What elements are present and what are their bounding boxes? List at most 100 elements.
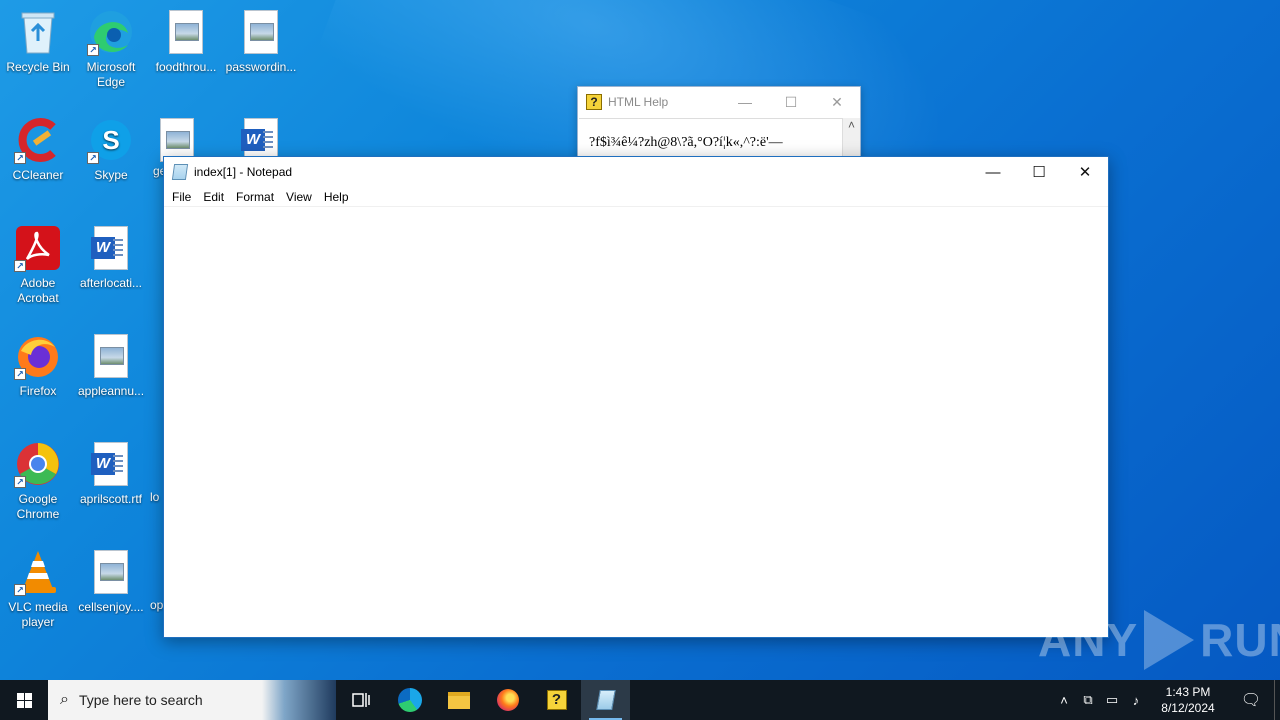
help-question-icon: ? [546,690,567,710]
desktop-icon-label: Microsoft Edge [86,60,136,89]
clock-time: 1:43 PM [1165,685,1211,699]
desktop-icon-passwordin[interactable]: passwordin... [223,8,299,75]
desktop-icon-adobe-acrobat[interactable]: ↗ Adobe Acrobat [0,224,76,306]
search-placeholder: Type here to search [78,692,203,708]
desktop-icon-vlc[interactable]: ↗ VLC media player [0,548,76,630]
taskbar-file-explorer-button[interactable] [434,680,483,720]
watermark-left: ANY [1038,614,1139,666]
recycle-bin-icon [14,8,62,56]
network-icon[interactable]: ▭ [1100,692,1124,708]
desktop-icon-label: afterlocati... [79,276,143,290]
notepad-titlebar[interactable]: index[1] - Notepad — ☐ ✕ [164,157,1108,187]
menu-help[interactable]: Help [318,190,355,204]
desktop-icon-label: passwordin... [225,60,297,74]
notepad-icon [595,690,616,710]
system-tray: ˄ ⧉ ▭ ♪ 1:43 PM 8/12/2024 🗨 [1052,680,1280,720]
shortcut-arrow-icon: ↗ [87,44,99,56]
watermark-right: RUN [1200,614,1280,666]
desktop-icon-label: appleannu... [77,384,145,398]
shortcut-arrow-icon: ↗ [14,152,26,164]
menu-file[interactable]: File [166,190,197,204]
help-maximize-button[interactable]: ☐ [768,94,814,111]
notepad-window[interactable]: index[1] - Notepad — ☐ ✕ File Edit Forma… [163,156,1109,638]
search-icon: ⌕ [60,691,69,708]
menu-view[interactable]: View [280,190,318,204]
image-file-icon [87,332,135,380]
desktop-icon-afterlocati[interactable]: W afterlocati... [73,224,149,291]
folder-icon [447,691,470,709]
desktop-icon-label: op [150,598,164,612]
anyrun-watermark: ANY RUN [1038,608,1280,672]
image-file-icon [87,548,135,596]
desktop-icon-label: Google Chrome [16,492,60,521]
desktop-icon-ccleaner[interactable]: ↗ CCleaner [0,116,76,183]
notepad-title: index[1] - Notepad [194,165,293,179]
desktop-icon-recycle-bin[interactable]: Recycle Bin [0,8,76,75]
notepad-menubar: File Edit Format View Help [164,187,1108,207]
edge-icon: ↗ [87,8,135,56]
windows-logo-icon [16,692,32,708]
scroll-up-icon[interactable]: ˄ [848,118,855,132]
taskbar-html-help-button[interactable]: ? [532,680,581,720]
desktop-icon-google-chrome[interactable]: ↗ Google Chrome [0,440,76,522]
image-file-icon [237,8,285,56]
desktop-icon-label: aprilscott.rtf [79,492,142,506]
desktop-icon-label: lo [150,490,160,504]
edge-icon [397,688,422,712]
desktop-icon-foodthrou[interactable]: foodthrou... [148,8,224,75]
firefox-icon [496,689,519,711]
html-help-titlebar[interactable]: ? HTML Help — ☐ ✕ [578,87,860,117]
help-minimize-button[interactable]: — [722,94,768,111]
word-file-icon: W [87,224,135,272]
notepad-maximize-button[interactable]: ☐ [1016,157,1062,187]
desktop-icon-op[interactable]: op [150,598,164,613]
desktop-icon-label: Firefox [19,384,57,398]
html-help-title: HTML Help [608,95,669,109]
shortcut-arrow-icon: ↗ [14,584,26,596]
notepad-minimize-button[interactable]: — [970,157,1016,187]
taskbar-edge-button[interactable] [385,680,434,720]
search-highlight-image [262,680,336,720]
menu-edit[interactable]: Edit [197,190,230,204]
taskbar-clock[interactable]: 1:43 PM 8/12/2024 [1148,684,1228,716]
start-button[interactable] [0,680,48,720]
taskbar-notepad-button[interactable] [581,680,630,720]
desktop-icon-label: Adobe Acrobat [17,276,59,305]
menu-format[interactable]: Format [230,190,280,204]
desktop-icon-edge[interactable]: ↗ Microsoft Edge [73,8,149,90]
network-device-icon[interactable]: ⧉ [1076,692,1100,708]
acrobat-icon: ↗ [14,224,62,272]
taskbar-search-box[interactable]: ⌕ Type here to search [48,680,336,720]
desktop-icon-skype[interactable]: S ↗ Skype [73,116,149,183]
notepad-close-button[interactable]: ✕ [1062,157,1108,187]
taskbar-firefox-button[interactable] [483,680,532,720]
desktop-icon-lo[interactable]: lo [150,490,164,505]
image-file-icon [162,8,210,56]
notification-center-icon[interactable]: 🗨 [1228,690,1274,710]
desktop-icon-label: VLC media player [8,600,68,629]
shortcut-arrow-icon: ↗ [14,368,26,380]
task-view-icon [351,693,370,707]
ccleaner-icon: ↗ [14,116,62,164]
desktop-icon-label: CCleaner [12,168,64,182]
desktop-icon-label: Recycle Bin [6,60,70,74]
desktop-icon-label: foodthrou... [155,60,217,74]
help-question-icon: ? [586,94,602,110]
skype-icon: S ↗ [87,116,135,164]
help-close-button[interactable]: ✕ [814,94,860,111]
desktop-icon-aprilscott[interactable]: W aprilscott.rtf [73,440,149,507]
taskbar: ⌕ Type here to search ? ˄ ⧉ ▭ ♪ 1:43 PM … [0,680,1280,720]
volume-icon[interactable]: ♪ [1124,693,1148,708]
shortcut-arrow-icon: ↗ [14,476,26,488]
notepad-icon [171,164,189,180]
desktop-icon-firefox[interactable]: ↗ Firefox [0,332,76,399]
chevron-up-icon[interactable]: ˄ [1052,693,1076,708]
html-help-window[interactable]: ? HTML Help — ☐ ✕ ?f$ì¾ê¼?zh@8\?ã,°O?í¦k… [577,86,861,166]
chrome-icon: ↗ [14,440,62,488]
task-view-button[interactable] [336,680,385,720]
show-desktop-button[interactable] [1274,680,1280,720]
desktop-icon-cellsenjoy[interactable]: cellsenjoy.... [73,548,149,615]
notepad-text-area[interactable] [164,207,1108,637]
desktop-icon-appleannu[interactable]: appleannu... [73,332,149,399]
svg-text:S: S [102,125,119,155]
